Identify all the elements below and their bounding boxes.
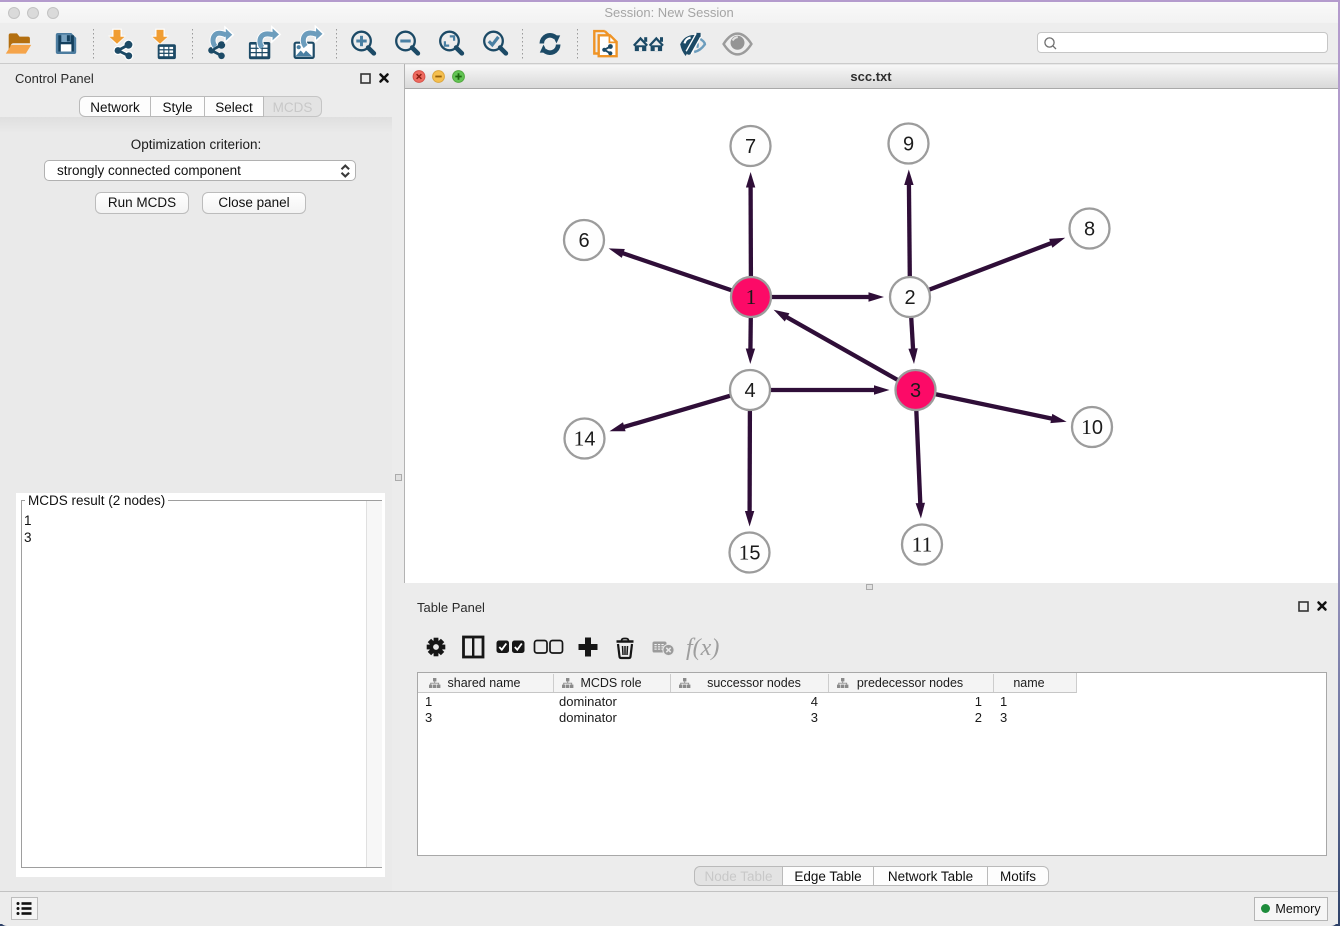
svg-text:f(x): f(x): [686, 635, 719, 661]
